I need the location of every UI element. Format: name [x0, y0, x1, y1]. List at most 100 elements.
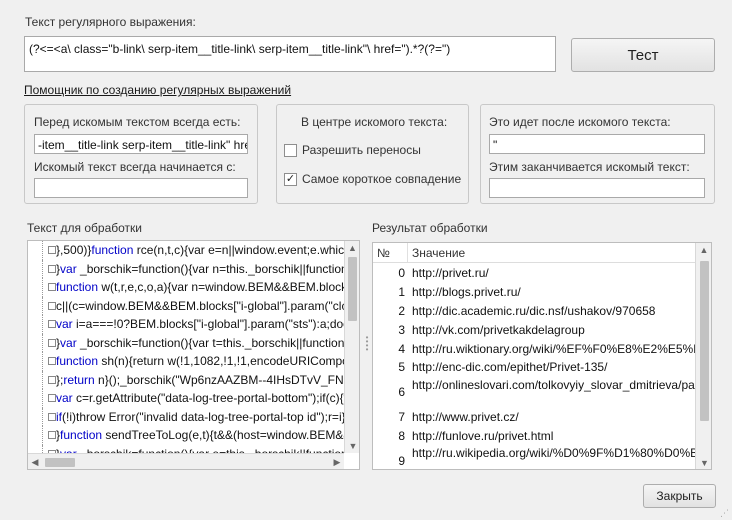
row-value: http://dic.academic.ru/dic.nsf/ushakov/9…: [412, 303, 656, 318]
row-number: 1: [398, 285, 405, 300]
resize-grip-icon[interactable]: ⋰: [720, 508, 730, 518]
code-text: var c=r.getAttribute("data-log-tree-port…: [56, 391, 344, 406]
source-vertical-scrollbar[interactable]: ▲ ▼: [344, 241, 359, 453]
row-number: 4: [398, 341, 405, 356]
code-fold-gutter: [28, 444, 56, 453]
close-button[interactable]: Закрыть: [643, 484, 716, 508]
code-text: }function sendTreeToLog(e,t){t&&(host=wi…: [56, 428, 344, 443]
row-value: http://funlove.ru/privet.html: [412, 428, 554, 443]
result-table[interactable]: № Значение 0 http://privet.ru/1 http://blo…: [372, 242, 712, 470]
shortest-match-box[interactable]: ✓: [284, 172, 297, 186]
result-vertical-scrollbar[interactable]: ▲ ▼: [695, 243, 711, 469]
source-code-line: c||(c=window.BEM&&BEM.blocks["i-global"]…: [28, 296, 344, 315]
code-fold-gutter: [28, 315, 56, 334]
after-text-label: Это идет после искомого текста:: [489, 115, 671, 129]
code-text: },500)}function rce(n,t,c){var e=n||wind…: [56, 243, 344, 258]
regex-input[interactable]: (?<=<a\ class="b-link\ serp-item__title-…: [24, 36, 556, 72]
test-button-label: Тест: [627, 46, 659, 64]
regex-helper-link[interactable]: Помощник по созданию регулярных выражени…: [24, 83, 291, 97]
column-value-header[interactable]: Значение: [408, 243, 711, 262]
row-number: 2: [398, 303, 405, 318]
table-row[interactable]: 0 http://privet.ru/: [373, 264, 695, 283]
table-row[interactable]: 9 http://ru.wikipedia.org/wiki/%D0%9F%D1%…: [373, 445, 695, 469]
row-value: http://vk.com/privetkakdelagroup: [412, 322, 585, 337]
table-row[interactable]: 2 http://dic.academic.ru/dic.nsf/ushakov/…: [373, 302, 695, 321]
code-fold-gutter: [28, 426, 56, 445]
source-vscroll-thumb[interactable]: [348, 257, 357, 321]
code-text: }var _borschik=function(){var t=this._bo…: [56, 335, 344, 350]
source-code-line: var c=r.getAttribute("data-log-tree-port…: [28, 389, 344, 408]
result-scroll-up-arrow-icon[interactable]: ▲: [696, 243, 711, 257]
row-value: http://privet.ru/: [412, 266, 489, 281]
source-text-editor[interactable]: },500)}function rce(n,t,c){var e=n||wind…: [27, 240, 360, 470]
before-text-input[interactable]: -item__title-link serp-item__title-link"…: [34, 134, 248, 154]
shortest-match-checkbox[interactable]: ✓ Самое короткое совпадение: [284, 172, 461, 186]
source-code-line: }function sendTreeToLog(e,t){t&&(host=wi…: [28, 426, 344, 445]
table-row[interactable]: 3 http://vk.com/privetkakdelagroup: [373, 320, 695, 339]
scroll-right-arrow-icon[interactable]: ▶: [330, 454, 344, 469]
table-row[interactable]: 8 http://funlove.ru/privet.html: [373, 427, 695, 446]
result-vscroll-thumb[interactable]: [700, 261, 709, 421]
source-code-lines: },500)}function rce(n,t,c){var e=n||wind…: [28, 241, 344, 453]
code-fold-marker-icon[interactable]: [48, 375, 56, 384]
source-code-line: }var _borschik=function(){var n=this._bo…: [28, 259, 344, 278]
source-code-line: if(!i)throw Error("invalid data-log-tree…: [28, 407, 344, 426]
code-fold-gutter: [28, 333, 56, 352]
source-text-label: Текст для обработки: [27, 221, 143, 235]
row-number: 6: [398, 385, 405, 400]
row-number: 5: [398, 360, 405, 375]
table-row[interactable]: 7 http://www.privet.cz/: [373, 408, 695, 427]
source-code-line: function sh(n){return w(!1,1082,!1,!1,en…: [28, 352, 344, 371]
table-row[interactable]: 6 http://onlineslovari.com/tolkovyiy_slov…: [373, 377, 695, 408]
code-fold-marker-icon[interactable]: [48, 357, 56, 365]
row-number: 8: [398, 428, 405, 443]
code-fold-marker-icon[interactable]: [48, 264, 56, 273]
code-fold-marker-icon[interactable]: [48, 301, 56, 310]
row-value: http://enc-dic.com/epithet/Privet-135/: [412, 360, 608, 375]
scroll-down-arrow-icon[interactable]: ▼: [345, 439, 359, 453]
code-text: var i=a===!0?BEM.blocks["i-global"].para…: [56, 317, 344, 332]
code-text: };return n}();_borschik("Wp6nzAAZBM--4IH…: [56, 372, 344, 387]
regex-label: Текст регулярного выражения:: [25, 15, 196, 29]
code-fold-marker-icon[interactable]: [48, 394, 56, 402]
code-fold-marker-icon[interactable]: [48, 320, 56, 328]
table-row[interactable]: 1 http://blogs.privet.ru/: [373, 283, 695, 302]
starts-with-input[interactable]: [34, 178, 248, 198]
test-button[interactable]: Тест: [571, 38, 715, 72]
result-label: Результат обработки: [372, 221, 488, 235]
starts-with-label: Искомый текст всегда начинается с:: [34, 160, 236, 174]
code-fold-gutter: [28, 241, 56, 260]
scroll-left-arrow-icon[interactable]: ◀: [28, 454, 42, 469]
source-code-line: }var _borschik=function(){var t=this._bo…: [28, 333, 344, 352]
code-text: if(!i)throw Error("invalid data-log-tree…: [56, 409, 344, 424]
source-hscroll-thumb[interactable]: [45, 458, 75, 467]
result-rows: 0 http://privet.ru/1 http://blogs.privet.r…: [373, 264, 695, 469]
code-fold-marker-icon[interactable]: [48, 246, 56, 254]
before-text-label: Перед искомым текстом всегда есть:: [34, 115, 241, 129]
row-value: http://onlineslovari.com/tolkovyiy_slova…: [412, 377, 695, 392]
code-fold-marker-icon[interactable]: [48, 338, 56, 347]
table-row[interactable]: 5 http://enc-dic.com/epithet/Privet-135/: [373, 358, 695, 377]
after-text-input[interactable]: ": [489, 134, 705, 154]
panel-splitter-grip[interactable]: • • • •: [364, 334, 370, 354]
close-button-label: Закрыть: [656, 489, 703, 503]
code-text: function sh(n){return w(!1,1082,!1,!1,en…: [56, 354, 344, 369]
result-scroll-down-arrow-icon[interactable]: ▼: [696, 456, 711, 469]
shortest-match-label: Самое короткое совпадение: [302, 172, 462, 186]
code-fold-gutter: [28, 352, 56, 371]
source-horizontal-scrollbar[interactable]: ◀ ▶: [28, 453, 344, 469]
code-text: function w(t,r,e,c,o,a){var n=window.BEM…: [56, 280, 344, 295]
code-text: }var _borschik=function(){var n=this._bo…: [56, 261, 344, 276]
column-number-header[interactable]: №: [373, 243, 408, 262]
row-value: http://www.privet.cz/: [412, 410, 519, 425]
allow-wrap-box[interactable]: [284, 143, 297, 157]
table-row[interactable]: 4 http://ru.wiktionary.org/wiki/%EF%F0%E8…: [373, 339, 695, 358]
ends-with-input[interactable]: [489, 178, 705, 198]
code-fold-gutter: [28, 259, 56, 278]
code-fold-marker-icon[interactable]: [48, 412, 56, 421]
code-text: c||(c=window.BEM&&BEM.blocks["i-global"]…: [56, 298, 344, 313]
code-fold-marker-icon[interactable]: [48, 283, 56, 291]
code-fold-marker-icon[interactable]: [48, 431, 56, 439]
scroll-up-arrow-icon[interactable]: ▲: [345, 241, 359, 255]
allow-wrap-checkbox[interactable]: Разрешить переносы: [284, 143, 421, 157]
